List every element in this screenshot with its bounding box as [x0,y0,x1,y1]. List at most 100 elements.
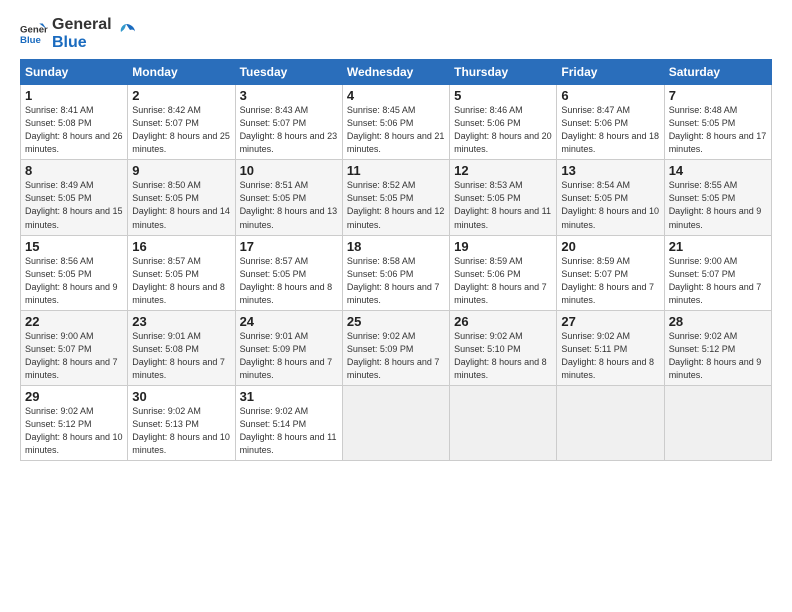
day-info: Sunrise: 8:56 AMSunset: 5:05 PMDaylight:… [25,256,118,305]
day-number: 25 [347,314,445,329]
calendar-cell: 14Sunrise: 8:55 AMSunset: 5:05 PMDayligh… [664,160,771,235]
calendar-cell: 21 Sunrise: 9:00 AMSunset: 5:07 PMDayligh… [664,235,771,310]
calendar-cell: 17 Sunrise: 8:57 AMSunset: 5:05 PMDayligh… [235,235,342,310]
day-info: Sunrise: 8:52 AMSunset: 5:05 PMDaylight:… [347,180,445,229]
day-number: 7 [669,88,767,103]
calendar-cell: 28 Sunrise: 9:02 AMSunset: 5:12 PMDayligh… [664,310,771,385]
day-info: Sunrise: 8:48 AMSunset: 5:05 PMDaylight:… [669,105,767,154]
day-info: Sunrise: 9:00 AMSunset: 5:07 PMDaylight:… [25,331,118,380]
day-number: 28 [669,314,767,329]
day-header-sunday: Sunday [21,60,128,85]
day-info: Sunrise: 9:01 AMSunset: 5:08 PMDaylight:… [132,331,225,380]
day-info: Sunrise: 8:57 AMSunset: 5:05 PMDaylight:… [132,256,225,305]
calendar-cell: 24Sunrise: 9:01 AMSunset: 5:09 PMDayligh… [235,310,342,385]
day-info: Sunrise: 9:02 AMSunset: 5:09 PMDaylight:… [347,331,440,380]
day-header-wednesday: Wednesday [342,60,449,85]
calendar-cell: 9 Sunrise: 8:50 AMSunset: 5:05 PMDaylight… [128,160,235,235]
day-header-friday: Friday [557,60,664,85]
day-header-tuesday: Tuesday [235,60,342,85]
day-info: Sunrise: 9:01 AMSunset: 5:09 PMDaylight:… [240,331,333,380]
day-info: Sunrise: 8:46 AMSunset: 5:06 PMDaylight:… [454,105,552,154]
calendar-cell: 13 Sunrise: 8:54 AMSunset: 5:05 PMDayligh… [557,160,664,235]
day-info: Sunrise: 8:58 AMSunset: 5:06 PMDaylight:… [347,256,440,305]
day-info: Sunrise: 8:54 AMSunset: 5:05 PMDaylight:… [561,180,659,229]
calendar-cell: 12Sunrise: 8:53 AMSunset: 5:05 PMDayligh… [450,160,557,235]
day-info: Sunrise: 8:42 AMSunset: 5:07 PMDaylight:… [132,105,230,154]
calendar-cell: 15Sunrise: 8:56 AMSunset: 5:05 PMDayligh… [21,235,128,310]
day-info: Sunrise: 9:02 AMSunset: 5:10 PMDaylight:… [454,331,547,380]
day-number: 9 [132,163,230,178]
day-number: 6 [561,88,659,103]
day-number: 4 [347,88,445,103]
day-number: 11 [347,163,445,178]
calendar-cell [450,385,557,460]
day-header-monday: Monday [128,60,235,85]
calendar-header-row: SundayMondayTuesdayWednesdayThursdayFrid… [21,60,772,85]
calendar-cell [342,385,449,460]
day-info: Sunrise: 8:41 AMSunset: 5:08 PMDaylight:… [25,105,123,154]
day-number: 16 [132,239,230,254]
week-row-4: 22 Sunrise: 9:00 AMSunset: 5:07 PMDayligh… [21,310,772,385]
day-info: Sunrise: 8:50 AMSunset: 5:05 PMDaylight:… [132,180,230,229]
calendar-cell: 27 Sunrise: 9:02 AMSunset: 5:11 PMDayligh… [557,310,664,385]
logo-bird-icon [116,22,136,46]
day-info: Sunrise: 9:00 AMSunset: 5:07 PMDaylight:… [669,256,762,305]
day-number: 5 [454,88,552,103]
header: General Blue General Blue [20,16,772,51]
logo: General Blue General Blue [20,16,136,51]
day-number: 17 [240,239,338,254]
logo-general: General [52,16,112,34]
day-number: 21 [669,239,767,254]
day-number: 18 [347,239,445,254]
svg-text:Blue: Blue [20,34,41,45]
day-info: Sunrise: 8:59 AMSunset: 5:07 PMDaylight:… [561,256,654,305]
calendar-cell: 1 Sunrise: 8:41 AMSunset: 5:08 PMDaylight… [21,85,128,160]
calendar-cell: 26Sunrise: 9:02 AMSunset: 5:10 PMDayligh… [450,310,557,385]
day-number: 1 [25,88,123,103]
calendar-cell: 30Sunrise: 9:02 AMSunset: 5:13 PMDayligh… [128,385,235,460]
day-info: Sunrise: 9:02 AMSunset: 5:14 PMDaylight:… [240,406,337,455]
day-info: Sunrise: 8:47 AMSunset: 5:06 PMDaylight:… [561,105,659,154]
day-info: Sunrise: 8:57 AMSunset: 5:05 PMDaylight:… [240,256,333,305]
week-row-5: 29 Sunrise: 9:02 AMSunset: 5:12 PMDayligh… [21,385,772,460]
day-number: 3 [240,88,338,103]
calendar-cell: 23 Sunrise: 9:01 AMSunset: 5:08 PMDayligh… [128,310,235,385]
day-number: 13 [561,163,659,178]
day-number: 19 [454,239,552,254]
week-row-1: 1 Sunrise: 8:41 AMSunset: 5:08 PMDaylight… [21,85,772,160]
day-info: Sunrise: 8:51 AMSunset: 5:05 PMDaylight:… [240,180,338,229]
day-number: 2 [132,88,230,103]
day-info: Sunrise: 9:02 AMSunset: 5:12 PMDaylight:… [669,331,762,380]
calendar-cell: 20 Sunrise: 8:59 AMSunset: 5:07 PMDayligh… [557,235,664,310]
day-number: 29 [25,389,123,404]
day-number: 23 [132,314,230,329]
day-header-saturday: Saturday [664,60,771,85]
calendar-cell: 11 Sunrise: 8:52 AMSunset: 5:05 PMDayligh… [342,160,449,235]
calendar-cell: 22 Sunrise: 9:00 AMSunset: 5:07 PMDayligh… [21,310,128,385]
day-header-thursday: Thursday [450,60,557,85]
calendar-cell: 4 Sunrise: 8:45 AMSunset: 5:06 PMDaylight… [342,85,449,160]
logo-icon: General Blue [20,20,48,48]
day-info: Sunrise: 8:53 AMSunset: 5:05 PMDaylight:… [454,180,551,229]
calendar-cell: 7 Sunrise: 8:48 AMSunset: 5:05 PMDaylight… [664,85,771,160]
calendar-cell: 29 Sunrise: 9:02 AMSunset: 5:12 PMDayligh… [21,385,128,460]
calendar-cell [664,385,771,460]
day-info: Sunrise: 8:59 AMSunset: 5:06 PMDaylight:… [454,256,547,305]
day-info: Sunrise: 9:02 AMSunset: 5:11 PMDaylight:… [561,331,654,380]
calendar-cell: 5 Sunrise: 8:46 AMSunset: 5:06 PMDaylight… [450,85,557,160]
day-info: Sunrise: 9:02 AMSunset: 5:12 PMDaylight:… [25,406,123,455]
day-number: 10 [240,163,338,178]
calendar-cell: 16 Sunrise: 8:57 AMSunset: 5:05 PMDayligh… [128,235,235,310]
day-info: Sunrise: 8:43 AMSunset: 5:07 PMDaylight:… [240,105,338,154]
calendar-cell: 18 Sunrise: 8:58 AMSunset: 5:06 PMDayligh… [342,235,449,310]
day-number: 31 [240,389,338,404]
logo-blue: Blue [52,34,112,52]
page: General Blue General Blue SundayMondayTu… [0,0,792,612]
calendar-body: 1 Sunrise: 8:41 AMSunset: 5:08 PMDaylight… [21,85,772,461]
day-number: 22 [25,314,123,329]
day-number: 8 [25,163,123,178]
day-info: Sunrise: 8:55 AMSunset: 5:05 PMDaylight:… [669,180,762,229]
day-number: 20 [561,239,659,254]
day-info: Sunrise: 8:45 AMSunset: 5:06 PMDaylight:… [347,105,445,154]
day-number: 27 [561,314,659,329]
